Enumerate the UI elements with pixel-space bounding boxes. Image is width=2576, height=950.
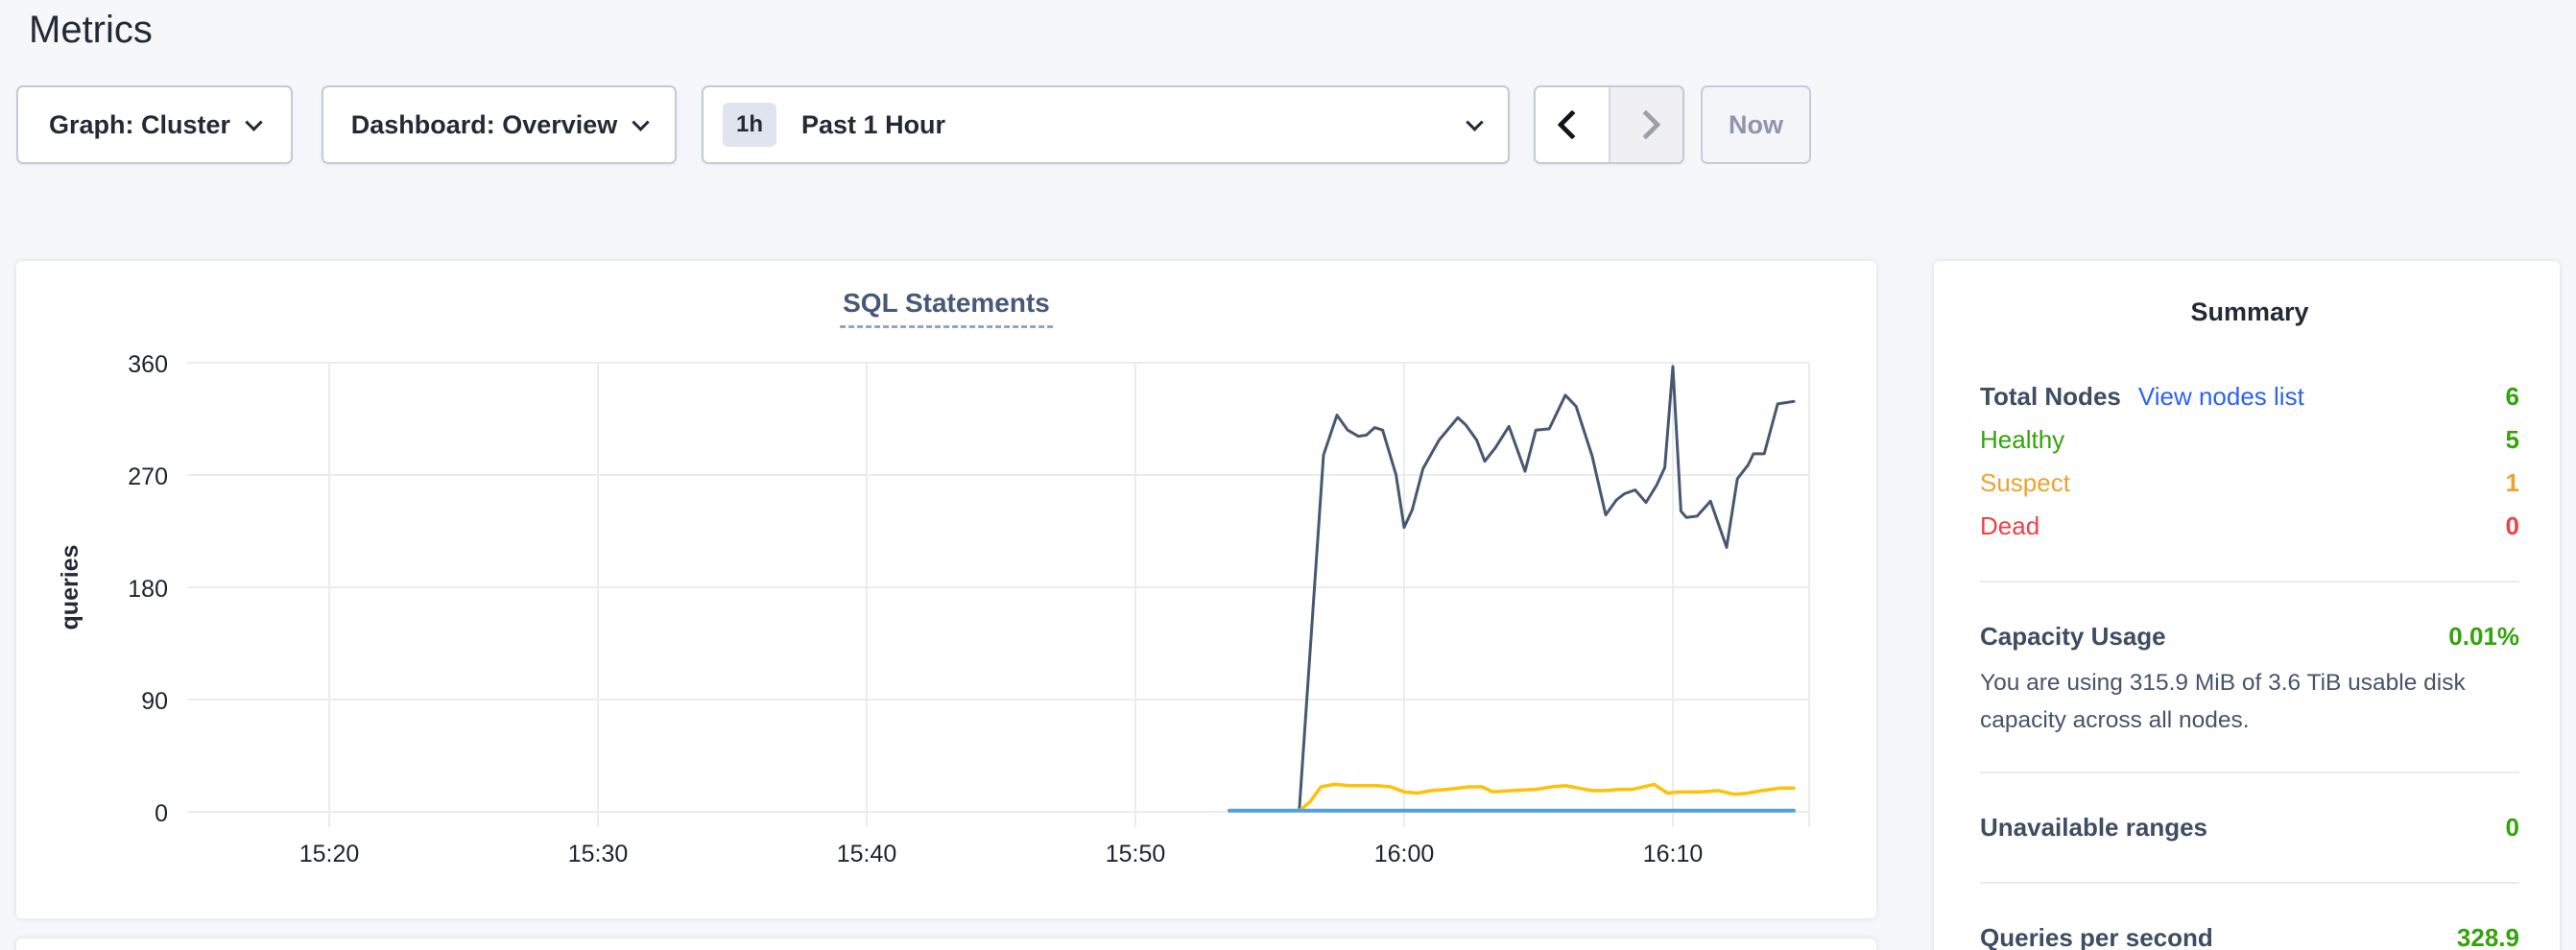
healthy-value: 5: [2506, 418, 2519, 462]
capacity-value: 0.01%: [2448, 615, 2519, 658]
time-range-badge: 1h: [723, 103, 776, 147]
capacity-description: You are using 315.9 MiB of 3.6 TiB usabl…: [1980, 664, 2519, 739]
qps-section: Queries per second 328.9 Sum of Selects,…: [1980, 916, 2519, 950]
suspect-label: Suspect: [1980, 462, 2070, 505]
svg-text:360: 360: [128, 351, 168, 378]
now-button-label: Now: [1729, 110, 1783, 140]
qps-value: 328.9: [2457, 916, 2519, 950]
divider: [1980, 772, 2519, 773]
suspect-value: 1: [2506, 462, 2519, 505]
time-range-dropdown[interactable]: 1h Past 1 Hour: [702, 85, 1510, 164]
svg-text:15:40: 15:40: [837, 841, 897, 867]
chevron-down-icon: [1466, 113, 1483, 131]
now-button[interactable]: Now: [1701, 85, 1811, 164]
sql-statements-card: SQL Statements 09018027036015:2015:3015:…: [16, 261, 1876, 918]
healthy-nodes-row: Healthy 5: [1980, 418, 2519, 462]
chevron-right-icon: [1632, 109, 1661, 139]
unavailable-ranges-label: Unavailable ranges: [1980, 806, 2207, 849]
graph-scope-dropdown[interactable]: Graph: Cluster: [16, 85, 293, 164]
view-nodes-list-link[interactable]: View nodes list: [2138, 382, 2304, 411]
dashboard-dropdown[interactable]: Dashboard: Overview: [322, 85, 677, 164]
dashboard-label: Dashboard: Overview: [351, 110, 618, 140]
healthy-label: Healthy: [1980, 418, 2064, 462]
svg-text:15:30: 15:30: [568, 841, 629, 867]
metrics-toolbar: Graph: Cluster Dashboard: Overview 1h Pa…: [0, 85, 2576, 164]
graph-scope-label: Graph: Cluster: [49, 110, 230, 140]
divider: [1980, 882, 2519, 884]
svg-text:16:10: 16:10: [1643, 841, 1704, 867]
svg-text:queries: queries: [57, 545, 83, 630]
svg-text:270: 270: [128, 463, 168, 490]
summary-panel: Summary Total Nodes View nodes list 6 Hea…: [1934, 261, 2560, 950]
dead-label: Dead: [1980, 505, 2039, 548]
dead-nodes-row: Dead 0: [1980, 505, 2519, 548]
next-chart-card: [16, 938, 1876, 950]
capacity-section: Capacity Usage 0.01% You are using 315.9…: [1980, 615, 2519, 739]
svg-text:15:20: 15:20: [299, 841, 360, 867]
prev-time-button[interactable]: [1536, 87, 1609, 162]
chevron-down-icon: [632, 113, 650, 131]
chevron-down-icon: [245, 113, 262, 131]
suspect-nodes-row: Suspect 1: [1980, 462, 2519, 505]
divider: [1980, 581, 2519, 582]
svg-text:0: 0: [155, 800, 168, 827]
next-time-button[interactable]: [1609, 87, 1683, 162]
total-nodes-label: Total Nodes: [1980, 382, 2121, 411]
summary-title: Summary: [1980, 297, 2519, 327]
unavailable-ranges-row: Unavailable ranges 0: [1980, 806, 2519, 849]
svg-text:90: 90: [141, 688, 168, 715]
time-pager: [1534, 85, 1684, 164]
capacity-label: Capacity Usage: [1980, 615, 2166, 658]
page-title: Metrics: [29, 2, 153, 58]
svg-text:180: 180: [128, 576, 168, 603]
svg-text:15:50: 15:50: [1106, 841, 1166, 867]
node-status-section: Total Nodes View nodes list 6 Healthy 5 S…: [1980, 375, 2519, 548]
total-nodes-value: 6: [2506, 375, 2519, 418]
qps-label: Queries per second: [1980, 916, 2213, 950]
chevron-left-icon: [1557, 109, 1586, 139]
dead-value: 0: [2506, 505, 2519, 548]
unavailable-ranges-value: 0: [2506, 806, 2519, 849]
svg-text:16:00: 16:00: [1374, 841, 1435, 867]
time-range-label: Past 1 Hour: [801, 110, 945, 140]
sql-statements-chart[interactable]: 0 90 180 270 360 15:20 15:30 15:40 15:50 16:00 16:…: [16, 261, 1876, 918]
total-nodes-row: Total Nodes View nodes list 6: [1980, 375, 2519, 418]
